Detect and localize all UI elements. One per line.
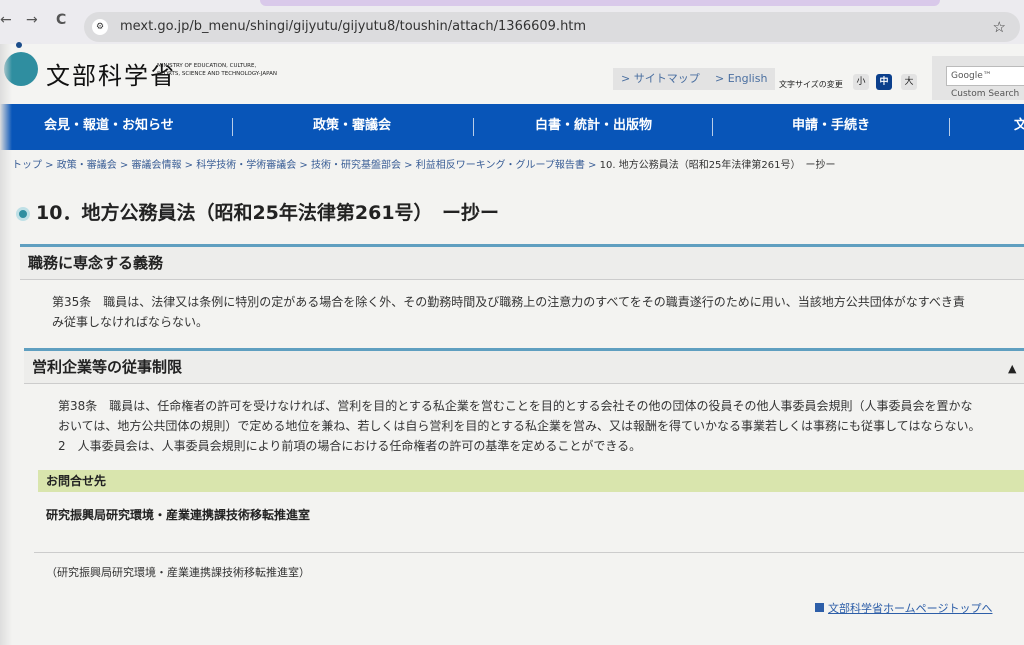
search-input[interactable]: Google™ Custom Search bbox=[946, 66, 1024, 99]
article-35: 第35条 職員は、法律又は条例に特別の定がある場合を除く外、その勤務時間及び職務… bbox=[52, 292, 965, 332]
divider bbox=[34, 552, 1024, 553]
font-size-label: 文字サイズの変更 bbox=[779, 80, 843, 89]
back-button[interactable]: ← bbox=[0, 12, 12, 28]
contact-note: （研究振興局研究環境・産業連携課技術移転推進室） bbox=[46, 566, 310, 579]
search-box: Google™ Custom Search bbox=[932, 56, 1024, 100]
breadcrumb-link[interactable]: トップ bbox=[12, 160, 42, 171]
nav-item-publications[interactable]: 白書・統計・出版物 bbox=[535, 104, 652, 150]
nav-item-policy[interactable]: 政策・審議会 bbox=[313, 104, 391, 150]
contact-heading: お問合せ先 bbox=[38, 470, 1024, 492]
bullet-icon bbox=[16, 206, 30, 221]
arrow-icon bbox=[815, 603, 824, 612]
global-nav: 会見・報道・お知らせ 政策・審議会 白書・統計・出版物 申請・手続き 文 bbox=[0, 104, 1024, 150]
nav-item-applications[interactable]: 申請・手続き bbox=[792, 104, 870, 150]
font-small-button[interactable]: 小 bbox=[853, 74, 869, 90]
tab-strip bbox=[260, 0, 940, 6]
text-line: 2 人事委員会は、人事委員会規則により前項の場合における任命権者の許可の基準を定… bbox=[58, 439, 642, 453]
contact-name: 研究振興局研究環境・産業連携課技術移転推進室 bbox=[46, 508, 311, 522]
home-top-link-label[interactable]: 文部科学省ホームページトップへ bbox=[828, 602, 992, 615]
font-large-button[interactable]: 大 bbox=[901, 74, 917, 90]
browser-toolbar: ← → C ⚙ mext.go.jp/b_menu/shingi/gijyutu… bbox=[0, 0, 1024, 44]
breadcrumb-current: 10. 地方公務員法（昭和25年法律第261号） ー抄ー bbox=[599, 160, 836, 171]
address-bar[interactable]: ⚙ mext.go.jp/b_menu/shingi/gijyutu/gijyu… bbox=[84, 12, 1020, 42]
text-line: おいては、地方公共団体の規則）で定める地位を兼ね、若しくは自ら営利を目的とする私… bbox=[58, 419, 981, 433]
section-heading: 職務に専念する義務 bbox=[20, 244, 1024, 280]
text-line: 第38条 職員は、任命権者の許可を受けなければ、営利を目的とする私企業を営むこと… bbox=[58, 399, 973, 413]
forward-button[interactable]: → bbox=[26, 12, 38, 28]
font-medium-button[interactable]: 中 bbox=[876, 74, 892, 90]
breadcrumb-link[interactable]: 利益相反ワーキング・グループ報告書 bbox=[416, 160, 585, 171]
screen-edge bbox=[0, 44, 12, 645]
breadcrumb-link[interactable]: 科学技術・学術審議会 bbox=[196, 160, 296, 171]
home-top-link[interactable]: 文部科学省ホームページトップへ bbox=[815, 600, 992, 616]
breadcrumb-link[interactable]: 技術・研究基盤部会 bbox=[311, 160, 401, 171]
breadcrumb-link[interactable]: 政策・審議会 bbox=[57, 160, 117, 171]
breadcrumb: トップ > 政策・審議会 > 審議会情報 > 科学技術・学術審議会 > 技術・研… bbox=[12, 160, 836, 171]
text-line: み従事しなければならない。 bbox=[52, 315, 209, 329]
page-title-wrap: 10．地方公務員法（昭和25年法律第261号） ー抄ー bbox=[16, 198, 499, 225]
site-info-icon[interactable]: ⚙ bbox=[92, 19, 108, 35]
text-line: 第35条 職員は、法律又は条例に特別の定がある場合を除く外、その勤務時間及び職務… bbox=[52, 295, 965, 309]
nav-item-more[interactable]: 文 bbox=[1014, 104, 1024, 150]
reload-button[interactable]: C bbox=[56, 12, 66, 28]
page-title: 10．地方公務員法（昭和25年法律第261号） ー抄ー bbox=[36, 202, 500, 224]
section-heading: 営利企業等の従事制限 bbox=[24, 348, 1024, 384]
logo-subtitle: MINISTRY OF EDUCATION, CULTURE, SPORTS, … bbox=[157, 63, 277, 77]
english-link[interactable]: > English bbox=[707, 68, 776, 90]
bookmark-star-icon[interactable]: ☆ bbox=[993, 12, 1006, 42]
mouse-cursor-icon: ▲ bbox=[1008, 362, 1017, 375]
sitemap-link[interactable]: > サイトマップ bbox=[613, 68, 708, 90]
breadcrumb-link[interactable]: 審議会情報 bbox=[132, 160, 182, 171]
nav-item-press[interactable]: 会見・報道・お知らせ bbox=[44, 104, 174, 150]
url-text: mext.go.jp/b_menu/shingi/gijyutu/gijyutu… bbox=[120, 19, 587, 34]
article-38: 第38条 職員は、任命権者の許可を受けなければ、営利を目的とする私企業を営むこと… bbox=[58, 396, 980, 456]
